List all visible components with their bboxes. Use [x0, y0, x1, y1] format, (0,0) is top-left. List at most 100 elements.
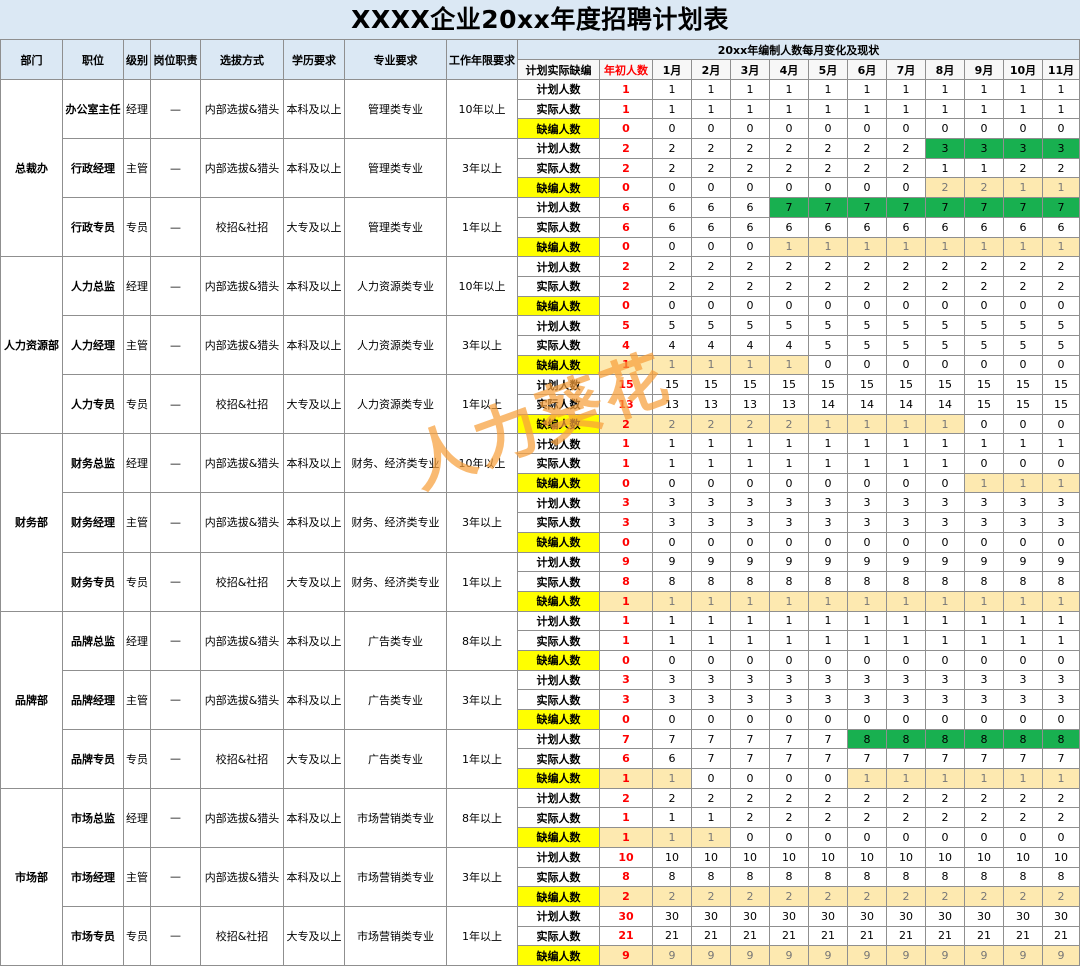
month-value-cell: 1 — [691, 590, 731, 612]
month-value-cell: 1 — [691, 610, 731, 632]
month-value-cell: 7 — [925, 197, 965, 218]
month-value-cell: 6 — [652, 197, 692, 218]
month-value-cell: 0 — [925, 827, 965, 848]
month-value-cell: 30 — [1042, 905, 1080, 927]
education-cell: 本科及以上 — [283, 787, 345, 848]
month-value-cell: 9 — [769, 945, 809, 966]
month-value-cell: 8 — [964, 728, 1004, 750]
month-value-cell: 1 — [925, 79, 965, 100]
month-value-cell: 0 — [964, 531, 1004, 553]
month-value-cell: 30 — [730, 905, 770, 927]
initial-count-cell: 0 — [599, 472, 653, 494]
month-value-cell: 2 — [691, 413, 731, 435]
month-value-cell: 7 — [886, 197, 926, 218]
month-value-cell: 1 — [886, 590, 926, 612]
month-value-cell: 7 — [886, 748, 926, 770]
month-value-cell: 14 — [808, 394, 848, 415]
month-value-cell: 10 — [769, 846, 809, 868]
month-value-cell: 2 — [1003, 157, 1043, 179]
month-value-cell: 3 — [925, 689, 965, 710]
initial-count-cell: 1 — [599, 610, 653, 632]
initial-count-cell: 1 — [599, 354, 653, 376]
table-row: 品牌专员 专员 — 校招&社招 大专及以上 广告类专业 1年以上 计划人数 7 7 7 7 7 7 8 8 8 8… — [1, 728, 1080, 789]
month-value-cell: 3 — [808, 512, 848, 533]
month-value-cell: 1 — [1003, 98, 1043, 120]
position-cell: 品牌经理 — [62, 669, 124, 730]
selection-cell: 内部选拔&猎头 — [200, 433, 284, 494]
month-value-cell: 10 — [730, 846, 770, 868]
header-month: 7月 — [886, 59, 926, 80]
month-value-cell: 1 — [769, 98, 809, 120]
month-value-cell: 0 — [925, 649, 965, 671]
month-value-cell: 8 — [886, 571, 926, 592]
month-value-cell: 0 — [964, 827, 1004, 848]
header-month: 2月 — [691, 59, 731, 80]
month-value-cell: 1 — [652, 768, 692, 789]
month-value-cell: 0 — [769, 531, 809, 553]
row-label-cell: 实际人数 — [517, 512, 600, 533]
month-value-cell: 0 — [1042, 709, 1080, 730]
month-value-cell: 1 — [925, 630, 965, 651]
month-value-cell: 14 — [925, 394, 965, 415]
education-cell: 本科及以上 — [283, 492, 345, 553]
selection-cell: 内部选拔&猎头 — [200, 610, 284, 671]
education-cell: 本科及以上 — [283, 433, 345, 494]
month-value-cell: 2 — [1042, 886, 1080, 907]
month-value-cell: 2 — [925, 177, 965, 199]
month-value-cell: 2 — [808, 886, 848, 907]
month-value-cell: 2 — [808, 787, 848, 809]
row-label-cell: 缺编人数 — [517, 768, 600, 789]
level-cell: 专员 — [123, 905, 151, 966]
month-value-cell: 1 — [652, 590, 692, 612]
month-value-cell: 13 — [769, 394, 809, 415]
month-value-cell: 1 — [652, 610, 692, 632]
month-value-cell: 1 — [691, 433, 731, 455]
table-row: 人力经理 主管 — 内部选拔&猎头 本科及以上 人力资源类专业 3年以上 计划人数 5 5 5 5 5 5… — [1, 315, 1080, 376]
month-value-cell: 0 — [769, 827, 809, 848]
month-value-cell: 0 — [886, 118, 926, 140]
month-value-cell: 1 — [1042, 630, 1080, 651]
month-value-cell: 21 — [691, 925, 731, 947]
major-cell: 人力资源类专业 — [344, 256, 447, 317]
duty-cell: — — [150, 551, 201, 612]
month-value-cell: 0 — [652, 531, 692, 553]
row-label-cell: 实际人数 — [517, 571, 600, 592]
initial-count-cell: 1 — [599, 590, 653, 612]
row-label-cell: 实际人数 — [517, 453, 600, 474]
major-cell: 人力资源类专业 — [344, 315, 447, 376]
header-month: 9月 — [964, 59, 1004, 80]
month-value-cell: 10 — [886, 846, 926, 868]
duty-cell: — — [150, 197, 201, 258]
row-label-cell: 缺编人数 — [517, 413, 600, 435]
month-value-cell: 6 — [691, 216, 731, 238]
month-value-cell: 9 — [964, 945, 1004, 966]
month-value-cell: 3 — [1042, 138, 1080, 159]
level-cell: 经理 — [123, 433, 151, 494]
month-value-cell: 3 — [886, 669, 926, 691]
dept-cell: 人力资源部 — [0, 256, 63, 435]
month-value-cell: 2 — [808, 256, 848, 277]
initial-count-cell: 2 — [599, 157, 653, 179]
month-value-cell: 8 — [1042, 728, 1080, 750]
selection-cell: 内部选拔&猎头 — [200, 78, 284, 140]
month-value-cell: 6 — [769, 216, 809, 238]
month-value-cell: 2 — [652, 157, 692, 179]
month-value-cell: 7 — [808, 748, 848, 770]
month-value-cell: 2 — [964, 886, 1004, 907]
row-label-cell: 实际人数 — [517, 630, 600, 651]
month-value-cell: 0 — [730, 531, 770, 553]
month-value-cell: 1 — [652, 827, 692, 848]
duty-cell: — — [150, 138, 201, 199]
month-value-cell: 2 — [808, 275, 848, 297]
duty-cell: — — [150, 78, 201, 140]
month-value-cell: 1 — [964, 768, 1004, 789]
month-value-cell: 1 — [886, 610, 926, 632]
month-value-cell: 0 — [691, 236, 731, 258]
header-selection: 选拔方式 — [200, 39, 284, 80]
major-cell: 财务、经济类专业 — [344, 433, 447, 494]
month-value-cell: 1 — [1042, 472, 1080, 494]
row-label-cell: 计划人数 — [517, 728, 600, 750]
month-value-cell: 8 — [769, 571, 809, 592]
month-value-cell: 15 — [925, 374, 965, 395]
month-value-cell: 1 — [769, 610, 809, 632]
